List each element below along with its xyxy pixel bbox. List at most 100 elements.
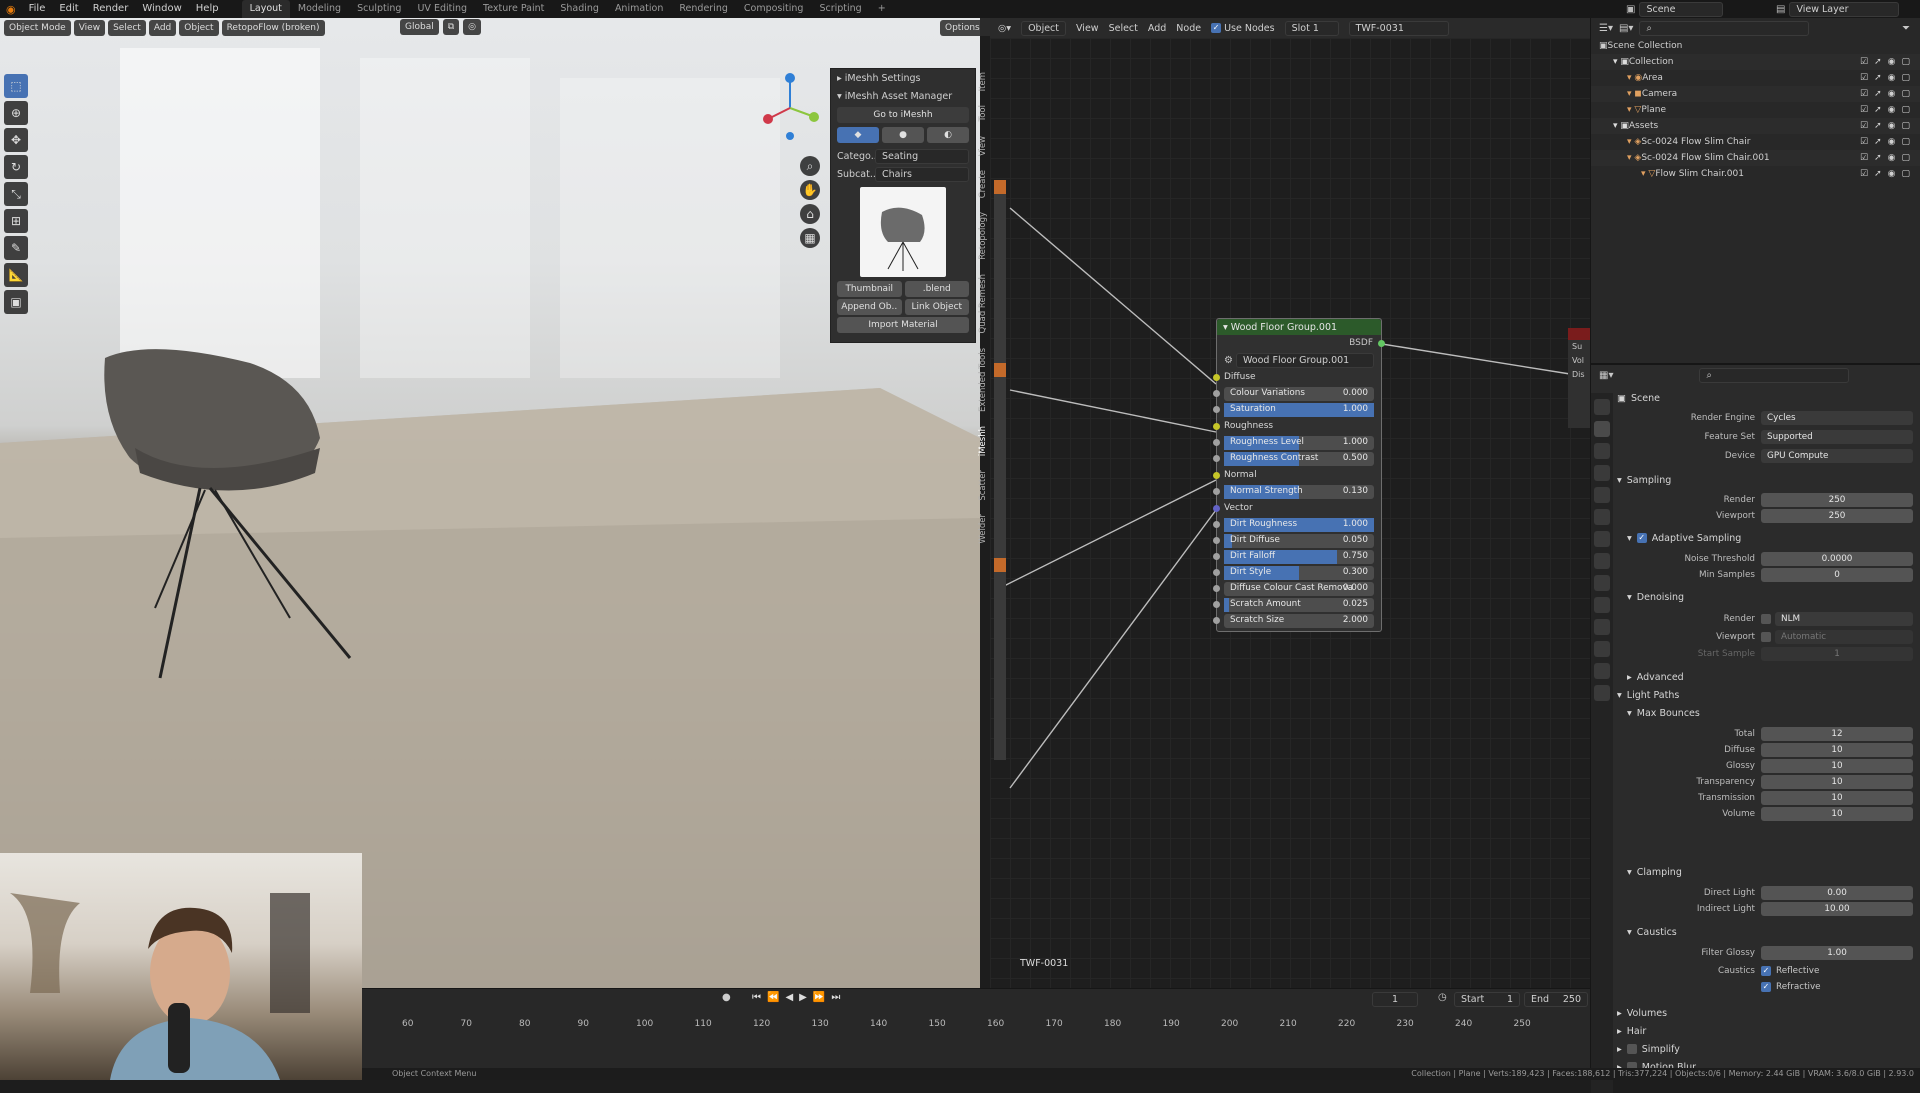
input-socket[interactable] — [1213, 521, 1220, 528]
adaptive-sampling-header[interactable]: ▾ ✓ Adaptive Sampling — [1627, 530, 1919, 546]
outliner-item-icon[interactable]: ▾ ◉ — [1627, 73, 1642, 83]
menu-window[interactable]: Window — [135, 0, 188, 18]
adaptive-sampling-checkbox[interactable]: ✓ — [1636, 533, 1647, 543]
select-arrow-icon[interactable]: ➚ — [1874, 137, 1882, 147]
outliner-item-icon[interactable]: ▾ ▽ — [1641, 169, 1655, 179]
shader-node-editor[interactable]: ◎▾ Object View Select Add Node ✓ Use Nod… — [990, 18, 1590, 988]
viewport-denoiser-dropdown[interactable]: Automatic — [1775, 629, 1913, 644]
options-dropdown[interactable]: Options — [940, 20, 980, 36]
append-object-button[interactable]: Append Ob.. — [837, 299, 902, 315]
max-bounces-panel-header[interactable]: ▾ Max Bounces — [1627, 705, 1919, 721]
outliner-row[interactable]: ▣ Scene Collection — [1591, 38, 1920, 54]
bounce-field[interactable]: 10 — [1761, 806, 1913, 821]
eye-icon[interactable]: ◉ — [1888, 89, 1896, 99]
display-mode-icon[interactable]: ▤▾ — [1619, 23, 1633, 34]
outliner-item-icon[interactable]: ▾ ▣ — [1613, 121, 1629, 131]
checkbox-icon[interactable]: ☑ — [1860, 57, 1868, 67]
texture-tab-icon[interactable] — [1594, 685, 1610, 701]
thumbnail-button[interactable]: Thumbnail — [837, 281, 902, 297]
material-tab-icon[interactable] — [1594, 663, 1610, 679]
bounce-field[interactable]: 10 — [1761, 774, 1913, 789]
snap-icon[interactable]: ⧉ — [442, 19, 460, 35]
scene-tab-icon[interactable] — [1594, 487, 1610, 503]
clamping-panel-header[interactable]: ▾ Clamping — [1627, 864, 1919, 880]
group-icon[interactable]: ⚙ — [1224, 355, 1233, 366]
noise-threshold-field[interactable]: 0.0000 — [1761, 551, 1913, 566]
play-icon[interactable]: ▶ — [799, 992, 807, 1003]
tab-layout[interactable]: Layout — [241, 0, 290, 18]
end-frame-field[interactable]: End 250 — [1524, 992, 1588, 1007]
start-sample-field[interactable]: 1 — [1761, 646, 1913, 661]
menu-file[interactable]: File — [22, 0, 53, 18]
bounce-field[interactable]: 10 — [1761, 742, 1913, 757]
transform-icon[interactable]: ⊞ — [4, 209, 28, 233]
world-tab-icon[interactable] — [1594, 509, 1610, 525]
clock-icon[interactable]: ◷ — [1438, 992, 1447, 1003]
jump-start-icon[interactable]: ⏮ — [752, 992, 761, 1003]
node-slider[interactable]: Saturation 1.000 — [1213, 403, 1374, 417]
node-slider[interactable]: Normal Strength 0.130 — [1213, 485, 1374, 499]
tab-uv-editing[interactable]: UV Editing — [409, 0, 475, 18]
outliner-item-icon[interactable]: ▾ ◈ — [1627, 153, 1641, 163]
outliner-item-icon[interactable]: ▣ — [1599, 41, 1608, 51]
input-node-stub[interactable] — [994, 180, 1006, 760]
input-socket[interactable] — [1213, 601, 1220, 608]
node-slider[interactable]: Colour Variations 0.000 — [1213, 387, 1374, 401]
go-to-imeshh-button[interactable]: Go to iMeshh — [837, 107, 969, 123]
viewport-menu-object[interactable]: Object — [179, 20, 219, 36]
light-paths-panel-header[interactable]: ▾ Light Paths — [1617, 687, 1909, 703]
properties-search-input[interactable]: ⌕ — [1699, 367, 1850, 383]
import-material-button[interactable]: Import Material — [837, 317, 969, 333]
outliner-editor-icon[interactable]: ☰▾ — [1599, 23, 1613, 34]
roughness-socket[interactable] — [1213, 423, 1220, 430]
denoising-panel-header[interactable]: ▾ Denoising — [1627, 589, 1919, 605]
eye-icon[interactable]: ◉ — [1888, 57, 1896, 67]
tool-tab-icon[interactable] — [1594, 399, 1610, 415]
outliner-row[interactable]: ▾ ▣ Collection ☑ ➚ ◉ ▢ — [1591, 54, 1920, 70]
physics-tab-icon[interactable] — [1594, 597, 1610, 613]
checkbox-icon[interactable]: ☑ — [1860, 121, 1868, 131]
collapse-icon[interactable]: ▾ — [1223, 322, 1231, 333]
bsdf-output-socket[interactable] — [1378, 340, 1385, 347]
scale-icon[interactable]: ⤡ — [4, 182, 28, 206]
start-frame-field[interactable]: Start 1 — [1454, 992, 1520, 1007]
select-arrow-icon[interactable]: ➚ — [1874, 153, 1882, 163]
advanced-panel-header[interactable]: ▸ Advanced — [1627, 669, 1919, 685]
node-slider[interactable]: Dirt Falloff 0.750 — [1213, 550, 1374, 564]
outliner-row[interactable]: ▾ ▽ Flow Slim Chair.001 ☑ ➚ ◉ ▢ — [1591, 166, 1920, 182]
tab-sculpting[interactable]: Sculpting — [349, 0, 409, 18]
menu-render[interactable]: Render — [86, 0, 136, 18]
node-slider[interactable]: Roughness Level 1.000 — [1213, 436, 1374, 450]
next-keyframe-icon[interactable]: ⏩ — [813, 992, 825, 1003]
move-icon[interactable]: ✥ — [4, 128, 28, 152]
tab-scripting[interactable]: Scripting — [811, 0, 869, 18]
checkbox-icon[interactable]: ☑ — [1860, 105, 1868, 115]
pan-icon[interactable]: ✋ — [800, 180, 820, 200]
view-layer-name[interactable]: View Layer — [1789, 1, 1900, 17]
transform-orientation-dropdown[interactable]: Global — [400, 19, 439, 35]
asset-thumbnail[interactable] — [860, 187, 946, 277]
reflective-checkbox[interactable]: ✓ — [1761, 965, 1771, 976]
outliner-row[interactable]: ▾ ◈ Sc-0024 Flow Slim Chair.001 ☑ ➚ ◉ ▢ — [1591, 150, 1920, 166]
diffuse-socket[interactable] — [1213, 374, 1220, 381]
input-socket[interactable] — [1213, 390, 1220, 397]
view-layer-tab-icon[interactable] — [1594, 465, 1610, 481]
jump-end-icon[interactable]: ⏭ — [831, 992, 840, 1003]
select-arrow-icon[interactable]: ➚ — [1874, 89, 1882, 99]
constraints-tab-icon[interactable] — [1594, 619, 1610, 635]
node-header[interactable]: ▾ Wood Floor Group.001 — [1217, 319, 1381, 335]
navigation-gizmo[interactable] — [760, 68, 820, 158]
direct-light-field[interactable]: 0.00 — [1761, 885, 1913, 900]
imeshh-asset-manager-header[interactable]: ▾ iMeshh Asset Manager — [831, 87, 975, 105]
select-arrow-icon[interactable]: ➚ — [1874, 105, 1882, 115]
bounce-field[interactable]: 10 — [1761, 758, 1913, 773]
camera-view-icon[interactable]: ⌂ — [800, 204, 820, 224]
output-tab-icon[interactable] — [1594, 443, 1610, 459]
add-workspace-icon[interactable]: + — [870, 0, 894, 18]
denoise-viewport-checkbox[interactable] — [1761, 631, 1771, 642]
data-tab-icon[interactable] — [1594, 641, 1610, 657]
input-socket[interactable] — [1213, 439, 1220, 446]
tab-rendering[interactable]: Rendering — [671, 0, 736, 18]
volumes-panel-header[interactable]: ▸ Volumes — [1617, 1005, 1909, 1021]
denoise-render-checkbox[interactable] — [1761, 613, 1771, 624]
